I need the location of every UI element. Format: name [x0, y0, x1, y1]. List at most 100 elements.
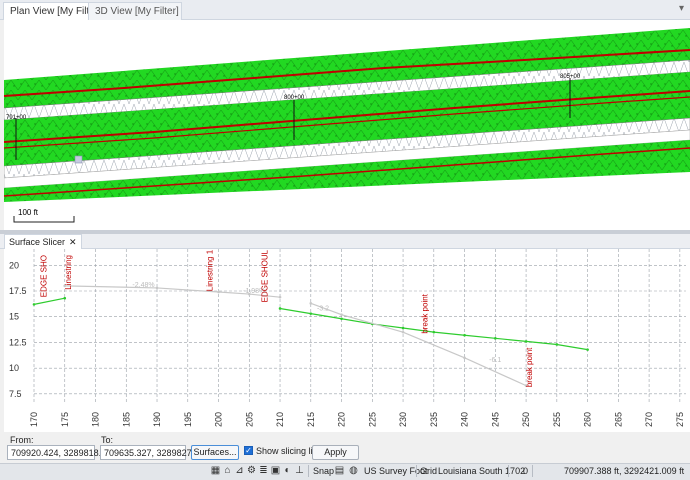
x-tick-label: 240	[460, 412, 470, 427]
grid-icon[interactable]: ▦	[210, 465, 221, 476]
apply-button[interactable]: Apply	[312, 445, 359, 460]
settings-icon[interactable]: ⚙	[246, 465, 257, 476]
profile-point	[278, 307, 282, 310]
profile-point	[432, 330, 436, 334]
profile-line	[33, 297, 65, 305]
x-tick-label: 275	[675, 412, 685, 427]
x-tick-label: 255	[552, 412, 562, 427]
grade-label: -6.1	[489, 357, 501, 364]
slicer-title: Surface Slicer	[9, 237, 66, 247]
x-tick-label: 215	[306, 412, 316, 427]
snap-mode-icon[interactable]: ▤	[334, 465, 345, 476]
profile-point	[340, 313, 343, 316]
x-tick-label: 270	[644, 412, 654, 427]
profile-point	[463, 333, 466, 337]
annotation-label: break point	[525, 347, 534, 387]
tab-3d-view[interactable]: 3D View [My Filter]	[88, 2, 182, 20]
profile-chart[interactable]: 170 175 180 185 190 195 200 205 210 215 220 225 230 2…	[4, 249, 690, 432]
snap-toggle[interactable]: Snap	[313, 466, 334, 476]
selection-count: 0	[523, 466, 529, 476]
x-tick-label: 195	[183, 412, 193, 427]
globe-icon[interactable]: ◍	[348, 465, 359, 476]
profile-point	[32, 303, 36, 306]
grade-label: -2.48%	[132, 282, 154, 289]
x-tick-label: 225	[367, 412, 377, 427]
x-tick-label: 185	[121, 412, 131, 427]
profile-point	[555, 343, 559, 346]
x-tick-label: 190	[152, 412, 162, 427]
divider	[308, 465, 309, 477]
y-tick-label: 7.5	[9, 389, 22, 399]
profile-svg: 170 175 180 185 190 195 200 205 210 215 220 225 230 2…	[9, 249, 686, 427]
profile-point	[401, 326, 405, 330]
to-coordinate-field[interactable]: 709635.327, 3289827.908	[100, 445, 209, 460]
y-tick-label: 20	[9, 260, 19, 270]
profile-point	[63, 296, 67, 300]
profile-point	[401, 330, 405, 334]
surface-bands	[4, 28, 690, 202]
profile-point	[155, 286, 159, 290]
dropdown-icon[interactable]: ▾	[679, 3, 684, 14]
grid-indicator[interactable]: Grid	[420, 466, 437, 476]
y-tick-label: 10	[9, 363, 19, 373]
x-tick-label: 220	[337, 412, 347, 427]
y-tick-label: 12.5	[9, 337, 27, 347]
profile-point	[586, 348, 589, 351]
annotation-label: EDGE SHO	[39, 255, 48, 297]
show-slicing-line-checkbox[interactable]: ✓	[244, 446, 253, 455]
station-label: 791+00	[6, 115, 27, 121]
orbit-icon[interactable]: ◐	[282, 465, 293, 476]
pointer-icon[interactable]: ⌂	[222, 465, 233, 476]
from-coordinate-field[interactable]: 709920.424, 3289818.208	[7, 445, 116, 460]
layers-icon[interactable]: ≣	[258, 465, 269, 476]
annotation-label: EDGE SHOUL	[261, 249, 270, 302]
x-tick-label: 230	[398, 412, 408, 427]
document-tab-strip: Plan View [My Filter]✕ 3D View [My Filte…	[0, 0, 690, 20]
units-indicator[interactable]: US Survey Foot	[364, 466, 428, 476]
x-tick-label: 205	[244, 412, 254, 427]
to-label: To:	[101, 435, 114, 445]
x-tick-label: 260	[583, 412, 593, 427]
measure-icon[interactable]: ⊿	[234, 465, 245, 476]
x-tick-label: 180	[91, 412, 101, 427]
grade-label: -3.2	[317, 306, 329, 313]
y-tick-label: 15	[9, 312, 19, 322]
tab-3d-view-label: 3D View [My Filter]	[95, 6, 179, 17]
station-label: 800+00	[284, 95, 305, 101]
profile-point	[340, 317, 343, 321]
plan-drawing: 791+00 800+00 805+00 100 ft	[4, 28, 690, 223]
cursor-coordinates: 709907.388 ft, 3292421.009 ft	[564, 466, 685, 476]
marker-square	[74, 155, 83, 164]
profile-point	[217, 290, 220, 294]
close-icon[interactable]: ✕	[69, 237, 77, 247]
profile-line	[310, 302, 527, 387]
x-tick-label: 245	[490, 412, 500, 427]
profile-point	[494, 337, 497, 340]
x-tick-label: 200	[214, 412, 224, 427]
plan-view-canvas[interactable]: 791+00 800+00 805+00 100 ft	[4, 20, 690, 230]
coordinate-zone[interactable]: Louisiana South 1702	[438, 466, 525, 476]
y-tick-label: 17.5	[9, 286, 27, 296]
x-tick-label: 210	[275, 412, 285, 427]
ortho-icon[interactable]: ⊥	[294, 465, 305, 476]
x-tick-label: 250	[521, 412, 531, 427]
from-label: From:	[10, 435, 34, 445]
profile-point	[309, 302, 313, 305]
scale-label: 100 ft	[18, 208, 39, 217]
x-tick-label: 170	[29, 412, 39, 427]
lock-icon[interactable]: ▣	[270, 465, 281, 476]
profile-point	[463, 356, 466, 360]
annotation-label: break point	[421, 293, 430, 333]
profile-point	[524, 340, 528, 343]
slicer-header	[0, 234, 690, 249]
divider	[532, 465, 533, 477]
annotation-label: Linestring	[64, 255, 73, 290]
surfaces-button[interactable]: Surfaces...	[191, 445, 239, 460]
divider	[508, 465, 509, 477]
annotation-label: Linestring 1	[205, 249, 214, 291]
x-tick-label: 265	[613, 412, 623, 427]
station-label: 805+00	[560, 74, 581, 80]
profile-point	[309, 312, 313, 315]
x-tick-label: 235	[429, 412, 439, 427]
tab-surface-slicer[interactable]: Surface Slicer ✕	[4, 234, 82, 249]
